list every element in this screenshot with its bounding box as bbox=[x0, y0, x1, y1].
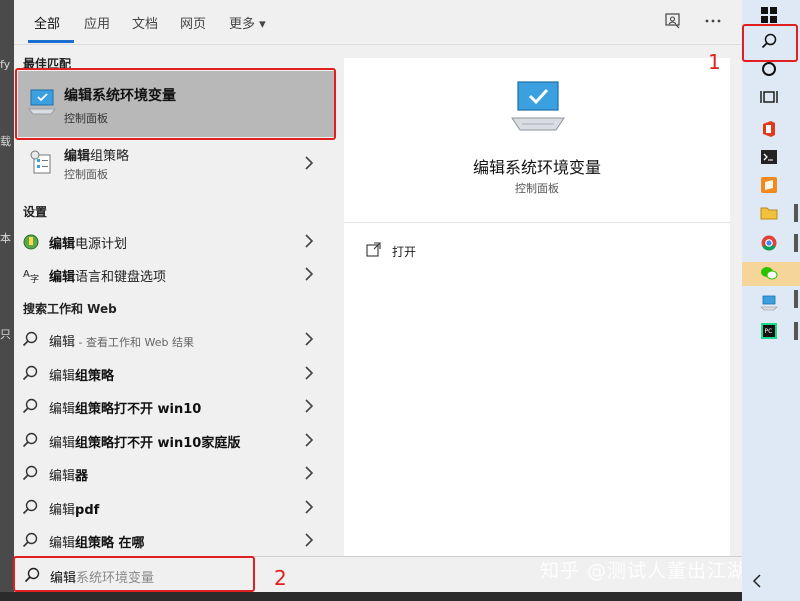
search-icon bbox=[22, 532, 42, 550]
web-search-suggestion[interactable]: 编辑组策略打不开 win10家庭版 bbox=[14, 426, 334, 456]
tab-apps[interactable]: 应用 bbox=[84, 13, 110, 32]
open-icon bbox=[366, 241, 382, 261]
web-suggestion-label: 编辑组策略打不开 win10 bbox=[49, 398, 201, 417]
sublime-icon[interactable] bbox=[756, 172, 782, 198]
section-search-web: 搜索工作和 Web bbox=[23, 300, 117, 317]
chevron-left-icon[interactable] bbox=[752, 574, 762, 592]
taskbar-active-indicator bbox=[794, 290, 798, 308]
settings-item-language-keyboard[interactable]: A字 编辑语言和键盘选项 bbox=[14, 260, 334, 290]
pycharm-icon[interactable]: PC bbox=[756, 318, 782, 344]
web-suggestion-label: 编辑组策略 bbox=[49, 365, 114, 384]
svg-text:PC: PC bbox=[765, 328, 773, 335]
annotation-box-search-button bbox=[742, 24, 798, 62]
tab-web[interactable]: 网页 bbox=[180, 13, 206, 32]
tab-more[interactable]: 更多 ▾ bbox=[229, 13, 266, 32]
chevron-right-icon bbox=[304, 365, 314, 381]
web-suggestion-label: 编辑组策略 在哪 bbox=[49, 532, 145, 551]
web-suggestion-label: 编辑 - 查看工作和 Web 结果 bbox=[49, 331, 194, 350]
search-icon bbox=[22, 432, 42, 450]
system-properties-large-icon bbox=[510, 80, 566, 136]
open-action[interactable]: 打开 bbox=[366, 241, 466, 263]
background-text-fragment: 只 bbox=[0, 326, 11, 342]
open-action-label: 打开 bbox=[392, 243, 416, 260]
active-tab-indicator bbox=[28, 40, 74, 43]
annotation-label-2: 2 bbox=[274, 566, 287, 590]
watermark: 知乎 @测试人董出江湖 bbox=[540, 556, 747, 583]
group-policy-subtitle: 控制面板 bbox=[64, 166, 108, 182]
chevron-right-icon bbox=[304, 155, 314, 171]
result-group-policy[interactable]: 编辑组策略 控制面板 bbox=[14, 139, 334, 187]
preview-subtitle: 控制面板 bbox=[344, 180, 730, 196]
office-icon[interactable] bbox=[756, 116, 782, 142]
chevron-right-icon bbox=[304, 499, 314, 515]
svg-text:字: 字 bbox=[30, 273, 39, 284]
taskbar-active-indicator bbox=[794, 322, 798, 340]
annotation-label-1: 1 bbox=[708, 50, 721, 74]
file-explorer-icon[interactable] bbox=[756, 200, 782, 226]
preview-card: 编辑系统环境变量 控制面板 bbox=[344, 58, 730, 222]
settings-item-label: 编辑语言和键盘选项 bbox=[49, 266, 166, 285]
chevron-right-icon bbox=[304, 432, 314, 448]
tab-all[interactable]: 全部 bbox=[34, 13, 60, 32]
chevron-right-icon bbox=[304, 233, 314, 249]
background-text-fragment: fy bbox=[0, 58, 10, 71]
chevron-right-icon bbox=[304, 532, 314, 548]
svg-text:A: A bbox=[23, 269, 30, 280]
tab-documents[interactable]: 文档 bbox=[132, 13, 158, 32]
web-suggestion-label: 编辑器 bbox=[49, 465, 88, 484]
search-icon bbox=[22, 465, 42, 483]
chevron-right-icon bbox=[304, 465, 314, 481]
search-icon bbox=[22, 499, 42, 517]
task-view-icon[interactable] bbox=[756, 84, 782, 110]
background-window-strip: fy 载 本 只 bbox=[0, 0, 14, 601]
annotation-box-best-match bbox=[15, 68, 336, 140]
web-search-suggestion[interactable]: 编辑pdf bbox=[14, 493, 334, 523]
more-options-icon[interactable] bbox=[702, 10, 724, 32]
annotation-box-search-input bbox=[13, 556, 255, 592]
web-suggestion-label: 编辑组策略打不开 win10家庭版 bbox=[49, 432, 240, 451]
web-search-suggestion[interactable]: 编辑组策略 bbox=[14, 359, 334, 389]
chevron-right-icon bbox=[304, 398, 314, 414]
search-tabs: 全部 应用 文档 网页 更多 ▾ bbox=[14, 0, 742, 44]
search-icon bbox=[22, 398, 42, 416]
taskbar-active-indicator bbox=[794, 234, 798, 252]
wechat-icon[interactable] bbox=[756, 260, 782, 286]
power-plan-icon bbox=[22, 233, 42, 251]
taskbar-bottom-strip bbox=[0, 592, 742, 601]
section-settings: 设置 bbox=[23, 203, 47, 220]
chrome-icon[interactable] bbox=[756, 230, 782, 256]
language-icon: A字 bbox=[22, 266, 42, 284]
background-text-fragment: 本 bbox=[0, 230, 11, 246]
preview-title: 编辑系统环境变量 bbox=[344, 154, 730, 178]
web-search-suggestion[interactable]: 编辑 - 查看工作和 Web 结果 bbox=[14, 325, 334, 355]
group-policy-icon bbox=[28, 149, 54, 179]
preview-actions: 打开 bbox=[344, 222, 730, 557]
taskbar: PC bbox=[742, 0, 800, 601]
chevron-right-icon bbox=[304, 266, 314, 282]
terminal-icon[interactable] bbox=[756, 144, 782, 170]
web-search-suggestion[interactable]: 编辑组策略 在哪 bbox=[14, 526, 334, 556]
web-search-suggestion[interactable]: 编辑器 bbox=[14, 459, 334, 489]
search-icon bbox=[22, 331, 42, 349]
settings-item-label: 编辑电源计划 bbox=[49, 233, 127, 252]
web-search-suggestion[interactable]: 编辑组策略打不开 win10 bbox=[14, 392, 334, 422]
taskbar-active-indicator bbox=[794, 204, 798, 222]
background-text-fragment: 载 bbox=[0, 133, 11, 149]
group-policy-title: 编辑组策略 bbox=[64, 145, 129, 164]
search-icon bbox=[22, 365, 42, 383]
web-suggestion-label: 编辑pdf bbox=[49, 499, 99, 518]
feedback-icon[interactable] bbox=[662, 10, 684, 32]
control-panel-icon[interactable] bbox=[756, 290, 782, 316]
settings-item-power-plan[interactable]: 编辑电源计划 bbox=[14, 227, 334, 257]
chevron-right-icon bbox=[304, 331, 314, 347]
